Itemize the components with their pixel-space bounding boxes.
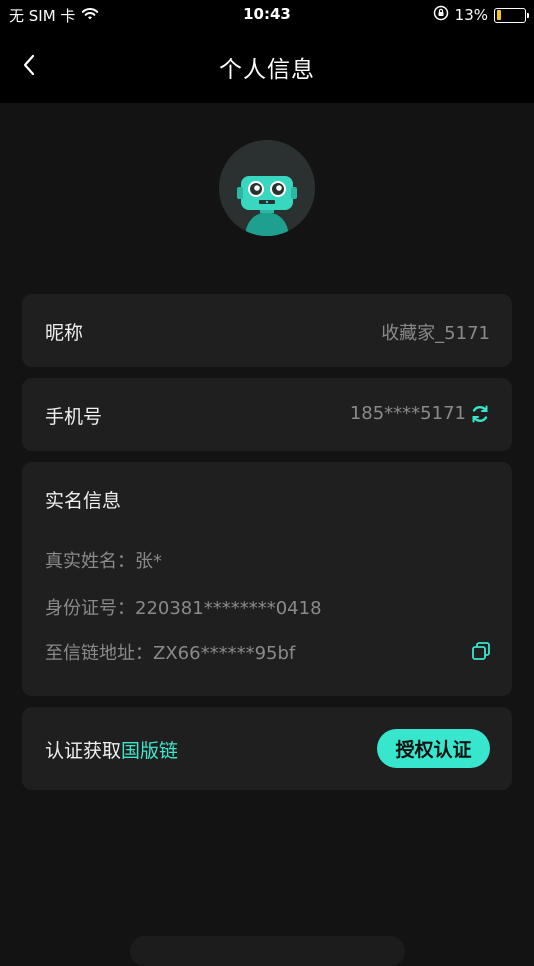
nickname-row[interactable]: 昵称 收藏家_5171 <box>22 294 512 367</box>
battery-icon <box>494 7 529 23</box>
bottom-bar <box>130 936 405 966</box>
nickname-text: 收藏家_5171 <box>381 323 490 344</box>
chain-address-value: ZX66******95bf <box>153 643 296 664</box>
copy-button[interactable] <box>470 640 492 662</box>
status-bar: 无 SIM 卡 10:43 13% <box>0 0 534 28</box>
auth-prefix: 认证获取 <box>45 740 122 762</box>
nickname-value: 收藏家_5171 <box>381 319 490 345</box>
real-name-value: 张* <box>135 551 162 572</box>
authorize-button[interactable]: 授权认证 <box>377 729 490 768</box>
chain-address-label: 至信链地址： <box>45 643 153 664</box>
auth-card: 认证获取国版链 授权认证 <box>22 707 512 790</box>
robot-avatar-icon <box>219 140 315 236</box>
status-right: 13% <box>433 5 529 25</box>
copy-icon <box>472 642 490 660</box>
refresh-icon[interactable] <box>470 404 490 424</box>
auth-chain-name[interactable]: 国版链 <box>121 740 178 762</box>
id-number-value: 220381********0418 <box>135 598 322 619</box>
chain-address-line: 至信链地址：ZX66******95bf <box>45 639 295 665</box>
orientation-lock-icon <box>433 5 449 25</box>
phone-text: 185****5171 <box>349 403 466 424</box>
real-name-label: 真实姓名： <box>45 551 135 572</box>
auth-text: 认证获取国版链 <box>45 736 178 763</box>
nav-bar: 个人信息 <box>0 28 534 103</box>
real-name-heading: 实名信息 <box>45 490 122 512</box>
id-number-label: 身份证号： <box>45 598 135 619</box>
avatar[interactable] <box>219 140 315 236</box>
battery-level <box>496 10 501 20</box>
real-name-line: 真实姓名：张* <box>45 547 162 573</box>
real-name-card: 实名信息 真实姓名：张* 身份证号：220381********0418 至信链… <box>22 462 512 696</box>
phone-row[interactable]: 手机号 185****5171 <box>22 378 512 451</box>
phone-value: 185****5171 <box>350 403 490 424</box>
page-title: 个人信息 <box>219 57 315 83</box>
id-number-line: 身份证号：220381********0418 <box>45 594 322 620</box>
nickname-label: 昵称 <box>45 322 84 344</box>
phone-label: 手机号 <box>45 406 103 428</box>
battery-percent: 13% <box>454 6 488 24</box>
